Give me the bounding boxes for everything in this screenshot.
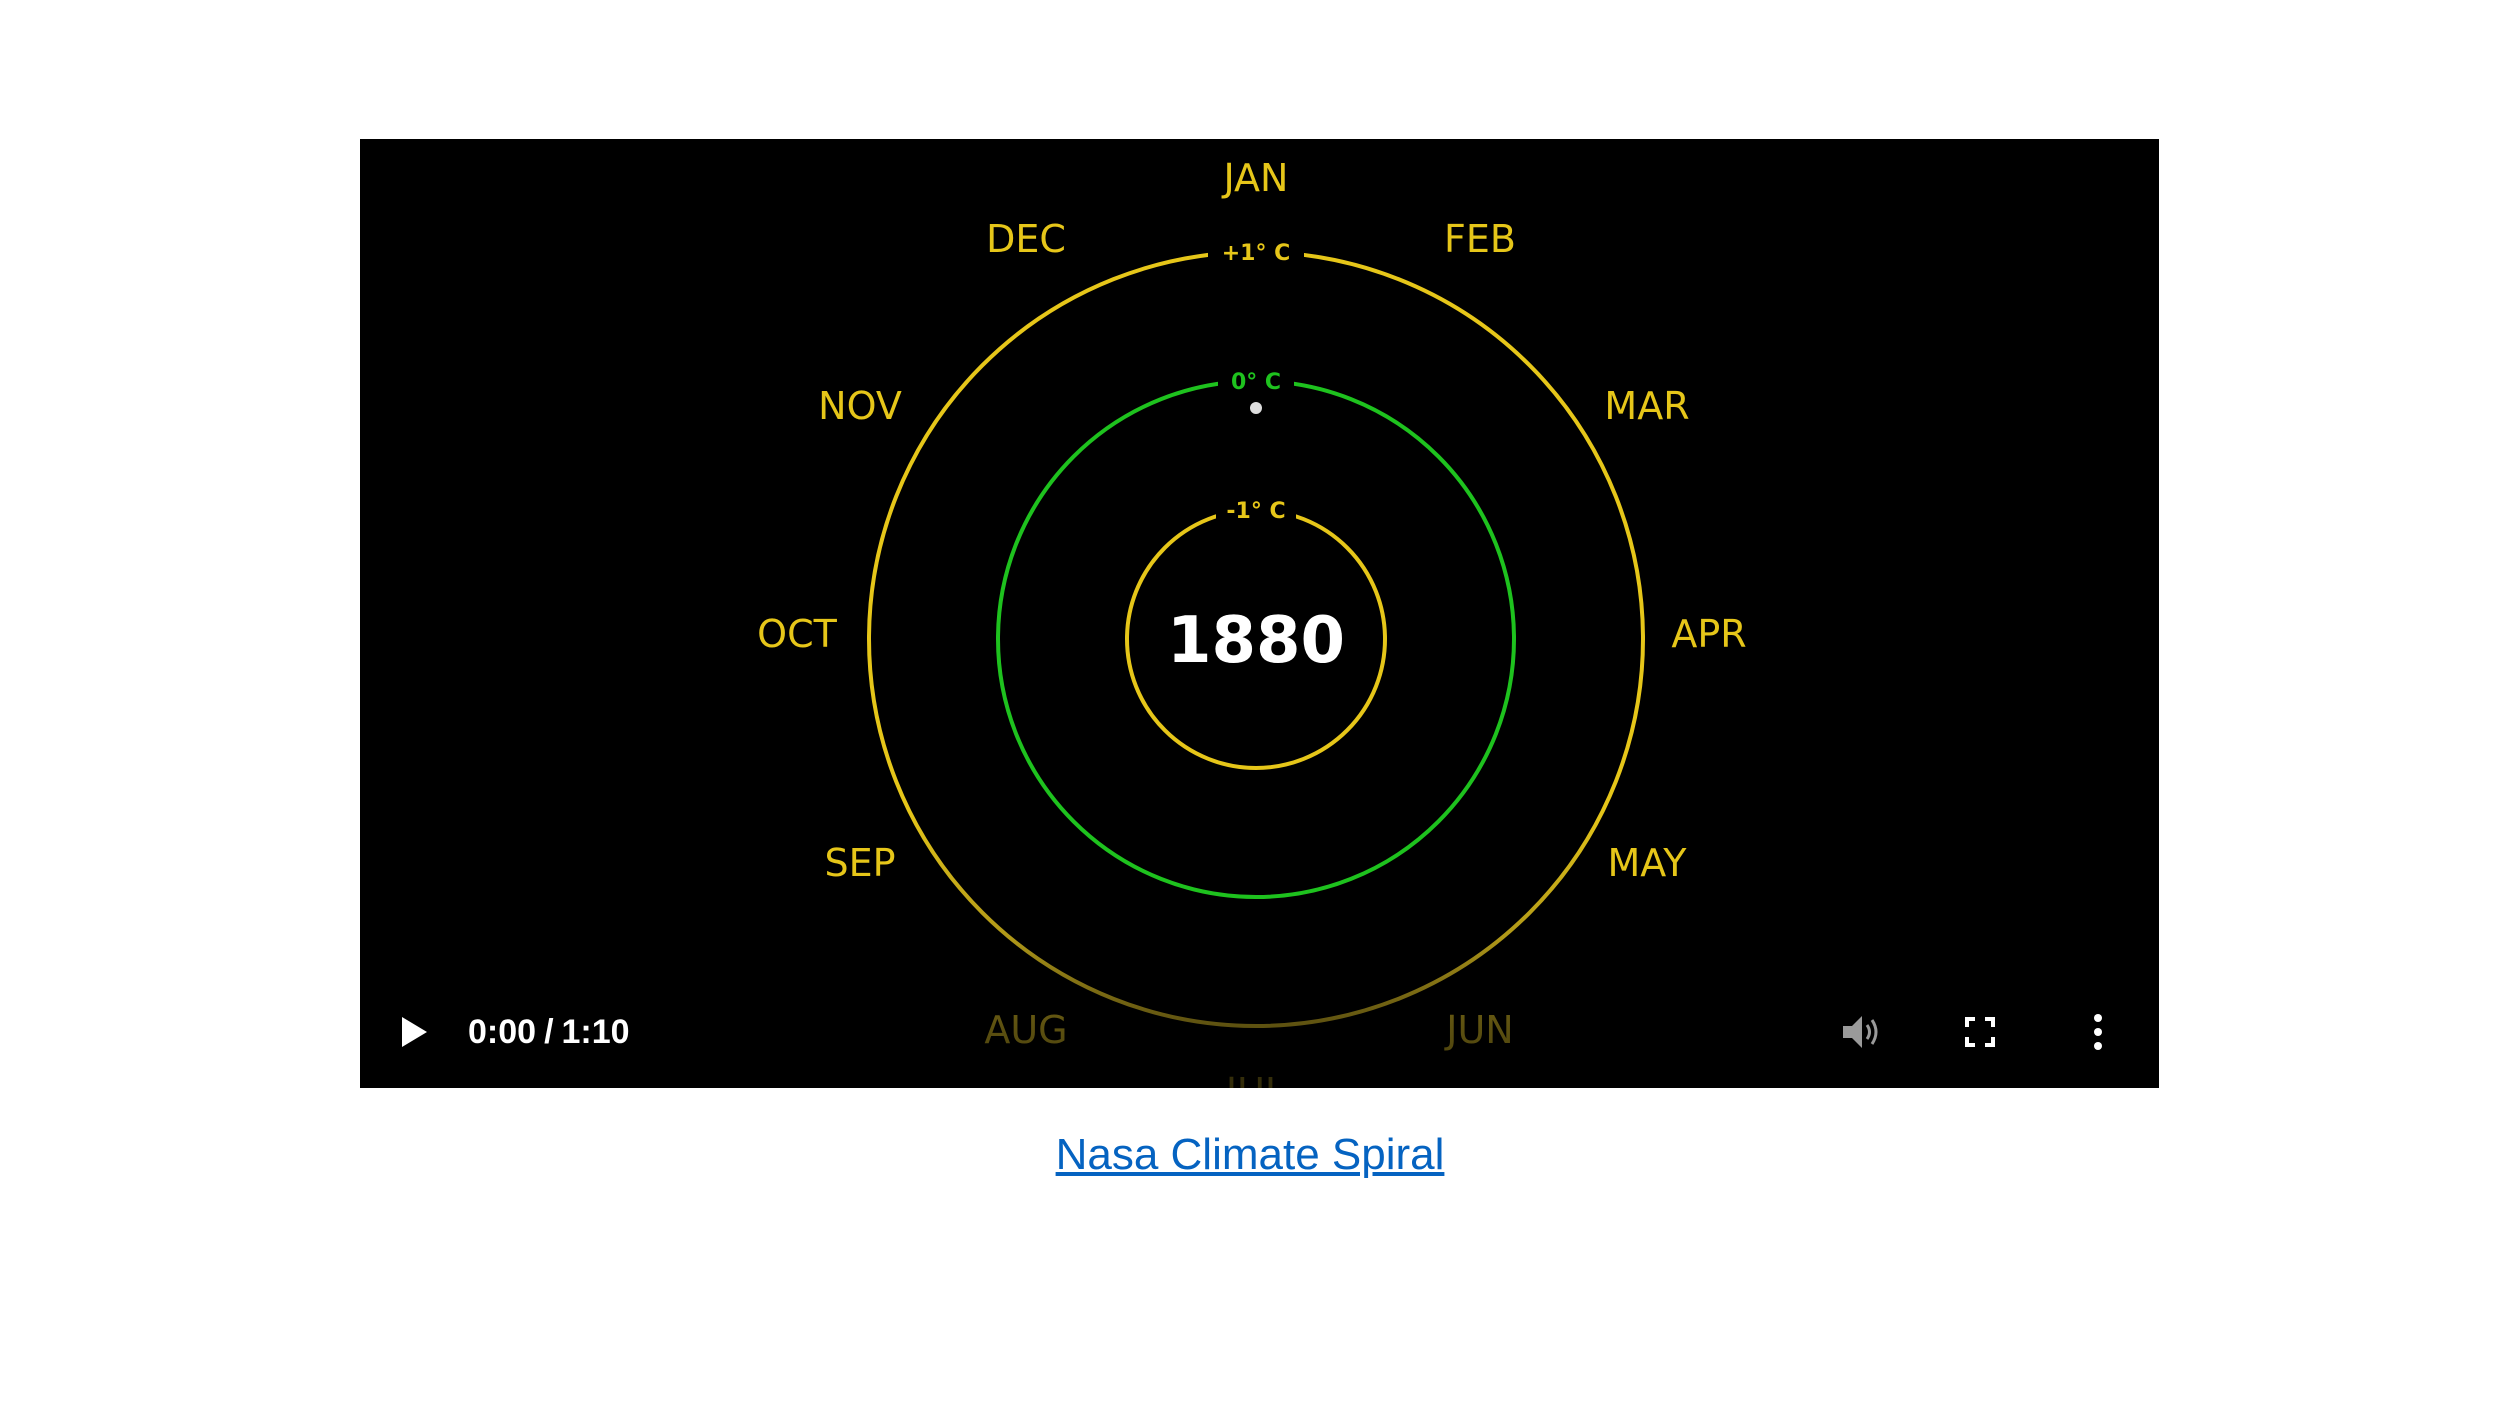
caption-link[interactable]: Nasa Climate Spiral [0, 1130, 2500, 1180]
volume-icon [1843, 1016, 1878, 1048]
more-vertical-icon [2094, 1014, 2102, 1050]
time-separator: / [544, 1013, 554, 1051]
ring-label-outer: +1° C [1222, 241, 1291, 266]
month-label-sep: SEP [824, 841, 895, 885]
video-player[interactable]: +1° C 0° C -1° C 1880 JAN FEB MAR APR MA… [360, 139, 2159, 1088]
play-icon [402, 1017, 427, 1047]
time-display: 0:00/1:10 [468, 1010, 630, 1054]
year-label: 1880 [1167, 604, 1345, 678]
ring-label-middle: 0° C [1231, 370, 1281, 395]
month-label-nov: NOV [818, 384, 902, 428]
ring-label-inner: -1° C [1226, 499, 1285, 524]
page: +1° C 0° C -1° C 1880 JAN FEB MAR APR MA… [0, 0, 2500, 1406]
data-marker [1250, 402, 1262, 414]
play-button[interactable] [386, 1004, 442, 1060]
month-label-mar: MAR [1604, 384, 1689, 428]
month-label-may: MAY [1607, 841, 1687, 885]
duration: 1:10 [561, 1013, 630, 1051]
fullscreen-icon [1965, 1017, 1995, 1047]
month-label-jan: JAN [1222, 156, 1289, 200]
current-time: 0:00 [468, 1013, 537, 1051]
mute-button[interactable] [1834, 1004, 1890, 1060]
video-controls: 0:00/1:10 [360, 976, 2159, 1088]
month-label-oct: OCT [757, 612, 837, 656]
fullscreen-button[interactable] [1952, 1004, 2008, 1060]
more-options-button[interactable] [2070, 1004, 2126, 1060]
month-label-feb: FEB [1444, 217, 1516, 261]
month-label-dec: DEC [986, 217, 1066, 261]
month-label-apr: APR [1671, 612, 1746, 656]
video-frame: +1° C 0° C -1° C 1880 JAN FEB MAR APR MA… [757, 156, 1746, 1088]
